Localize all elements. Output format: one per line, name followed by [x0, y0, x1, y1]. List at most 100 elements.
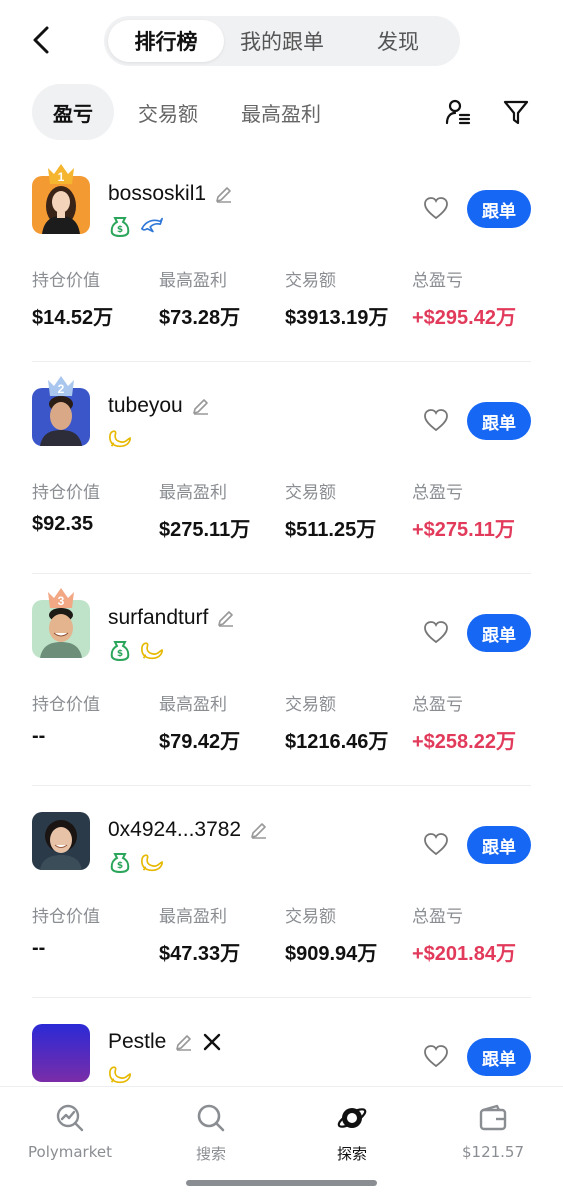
trader-card[interactable]: 0x4924...3782 $ 跟单 持仓价值 -- 最高盈利 $47.33万 交易…: [0, 786, 563, 998]
heart-icon[interactable]: [422, 406, 450, 434]
follow-button[interactable]: 跟单: [467, 614, 531, 652]
svg-text:2: 2: [58, 382, 65, 396]
volume-label: 交易额: [285, 483, 336, 503]
explore-icon: [335, 1101, 369, 1135]
tab-my-copy-trades[interactable]: 我的跟单: [224, 20, 340, 62]
follow-button[interactable]: 跟单: [467, 1038, 531, 1076]
trader-name: 0x4924...3782: [108, 818, 242, 841]
total-pnl-value: +$275.11万: [412, 519, 515, 541]
position-value-label: 持仓价值: [32, 695, 100, 715]
sort-volume-chip[interactable]: 交易额: [128, 84, 208, 140]
max-profit-label: 最高盈利: [159, 483, 227, 503]
position-value: --: [32, 937, 46, 959]
money-bag-icon: $: [108, 640, 132, 661]
tab-explore[interactable]: 探索: [302, 1101, 402, 1164]
volume-label: 交易额: [285, 271, 336, 291]
segment-control: 排行榜 我的跟单 发现: [104, 16, 460, 66]
position-value: $14.52万: [32, 307, 114, 329]
heart-icon[interactable]: [422, 618, 450, 646]
total-pnl-label: 总盈亏: [412, 907, 463, 927]
edit-icon[interactable]: [214, 184, 234, 204]
trader-name: Pestle: [108, 1030, 167, 1053]
trader-card[interactable]: 3 surfandturf $ 跟单 持仓价值 -- 最高盈利 $79.42万 交易…: [0, 574, 563, 786]
follow-button[interactable]: 跟单: [467, 826, 531, 864]
avatar: [32, 1024, 90, 1082]
heart-icon[interactable]: [422, 194, 450, 222]
sort-filter-row: 盈亏 交易额 最高盈利: [0, 84, 563, 140]
edit-icon[interactable]: [191, 396, 211, 416]
position-value-label: 持仓价值: [32, 907, 100, 927]
max-profit-label: 最高盈利: [159, 271, 227, 291]
tab-search[interactable]: 搜索: [161, 1101, 261, 1164]
position-value-label: 持仓价值: [32, 483, 100, 503]
rank-1-crown-icon: 1: [48, 164, 74, 184]
total-pnl-label: 总盈亏: [412, 483, 463, 503]
edit-icon[interactable]: [216, 608, 236, 628]
trader-card[interactable]: 1 bossoskil1 $ 跟单 持仓价值 $14.52万 最高盈利 $73.28…: [0, 150, 563, 362]
trader-card[interactable]: 2 tubeyou 跟单 持仓价值 $92.35 最高盈利 $275.11万 交易额…: [0, 362, 563, 574]
tab-leaderboard[interactable]: 排行榜: [108, 20, 224, 62]
svg-text:$: $: [117, 225, 123, 235]
max-profit-label: 最高盈利: [159, 695, 227, 715]
tab-polymarket[interactable]: Polymarket: [20, 1101, 120, 1161]
x-logo-icon[interactable]: [202, 1032, 222, 1052]
home-indicator: [186, 1180, 377, 1186]
sort-pnl-chip[interactable]: 盈亏: [32, 84, 114, 140]
max-profit-label: 最高盈利: [159, 907, 227, 927]
trader-name: surfandturf: [108, 606, 209, 629]
whale-icon: [108, 1064, 132, 1084]
svg-text:$: $: [117, 649, 123, 659]
sort-max-profit-chip[interactable]: 最高盈利: [230, 84, 332, 140]
svg-text:$: $: [117, 861, 123, 871]
volume-label: 交易额: [285, 907, 336, 927]
edit-icon[interactable]: [249, 820, 269, 840]
money-bag-icon: $: [108, 852, 132, 873]
position-value-label: 持仓价值: [32, 271, 100, 291]
tab-wallet[interactable]: $121.57: [443, 1101, 543, 1161]
volume-value: $3913.19万: [285, 307, 389, 329]
svg-text:3: 3: [58, 594, 65, 608]
dolphin-icon: [140, 216, 164, 236]
volume-value: $1216.46万: [285, 731, 389, 753]
chevron-left-icon: [33, 26, 49, 54]
follow-button[interactable]: 跟单: [467, 190, 531, 228]
rank-2-crown-icon: 2: [48, 376, 74, 396]
filter-button[interactable]: [500, 96, 532, 128]
follow-button[interactable]: 跟单: [467, 402, 531, 440]
max-profit-value: $73.28万: [159, 307, 241, 329]
tab-label: $121.57: [461, 1143, 525, 1161]
total-pnl-label: 总盈亏: [412, 271, 463, 291]
polymarket-icon: [53, 1101, 87, 1135]
avatar: [32, 812, 90, 870]
trader-name: tubeyou: [108, 394, 183, 417]
search-icon: [194, 1101, 228, 1135]
volume-label: 交易额: [285, 695, 336, 715]
position-value: --: [32, 725, 46, 747]
back-button[interactable]: [26, 22, 56, 58]
whale-icon: [140, 852, 164, 872]
whale-icon: [140, 640, 164, 660]
svg-text:1: 1: [58, 170, 65, 184]
volume-value: $909.94万: [285, 943, 378, 965]
rank-3-crown-icon: 3: [48, 588, 74, 608]
edit-icon[interactable]: [174, 1032, 194, 1052]
wallet-icon: [476, 1101, 510, 1135]
user-filter-button[interactable]: [442, 96, 474, 128]
top-bar: 排行榜 我的跟单 发现: [0, 0, 563, 80]
heart-icon[interactable]: [422, 1042, 450, 1070]
max-profit-value: $47.33万: [159, 943, 241, 965]
user-list-icon: [445, 99, 471, 125]
trader-name: bossoskil1: [108, 182, 207, 205]
tab-label: Polymarket: [28, 1143, 112, 1161]
position-value: $92.35: [32, 513, 94, 535]
volume-value: $511.25万: [285, 519, 377, 541]
tab-label: 搜索: [195, 1145, 226, 1163]
funnel-icon: [503, 100, 529, 125]
total-pnl-value: +$295.42万: [412, 307, 516, 329]
max-profit-value: $79.42万: [159, 731, 241, 753]
tab-discover[interactable]: 发现: [340, 20, 456, 62]
max-profit-value: $275.11万: [159, 519, 251, 541]
total-pnl-value: +$201.84万: [412, 943, 516, 965]
heart-icon[interactable]: [422, 830, 450, 858]
money-bag-icon: $: [108, 216, 132, 237]
